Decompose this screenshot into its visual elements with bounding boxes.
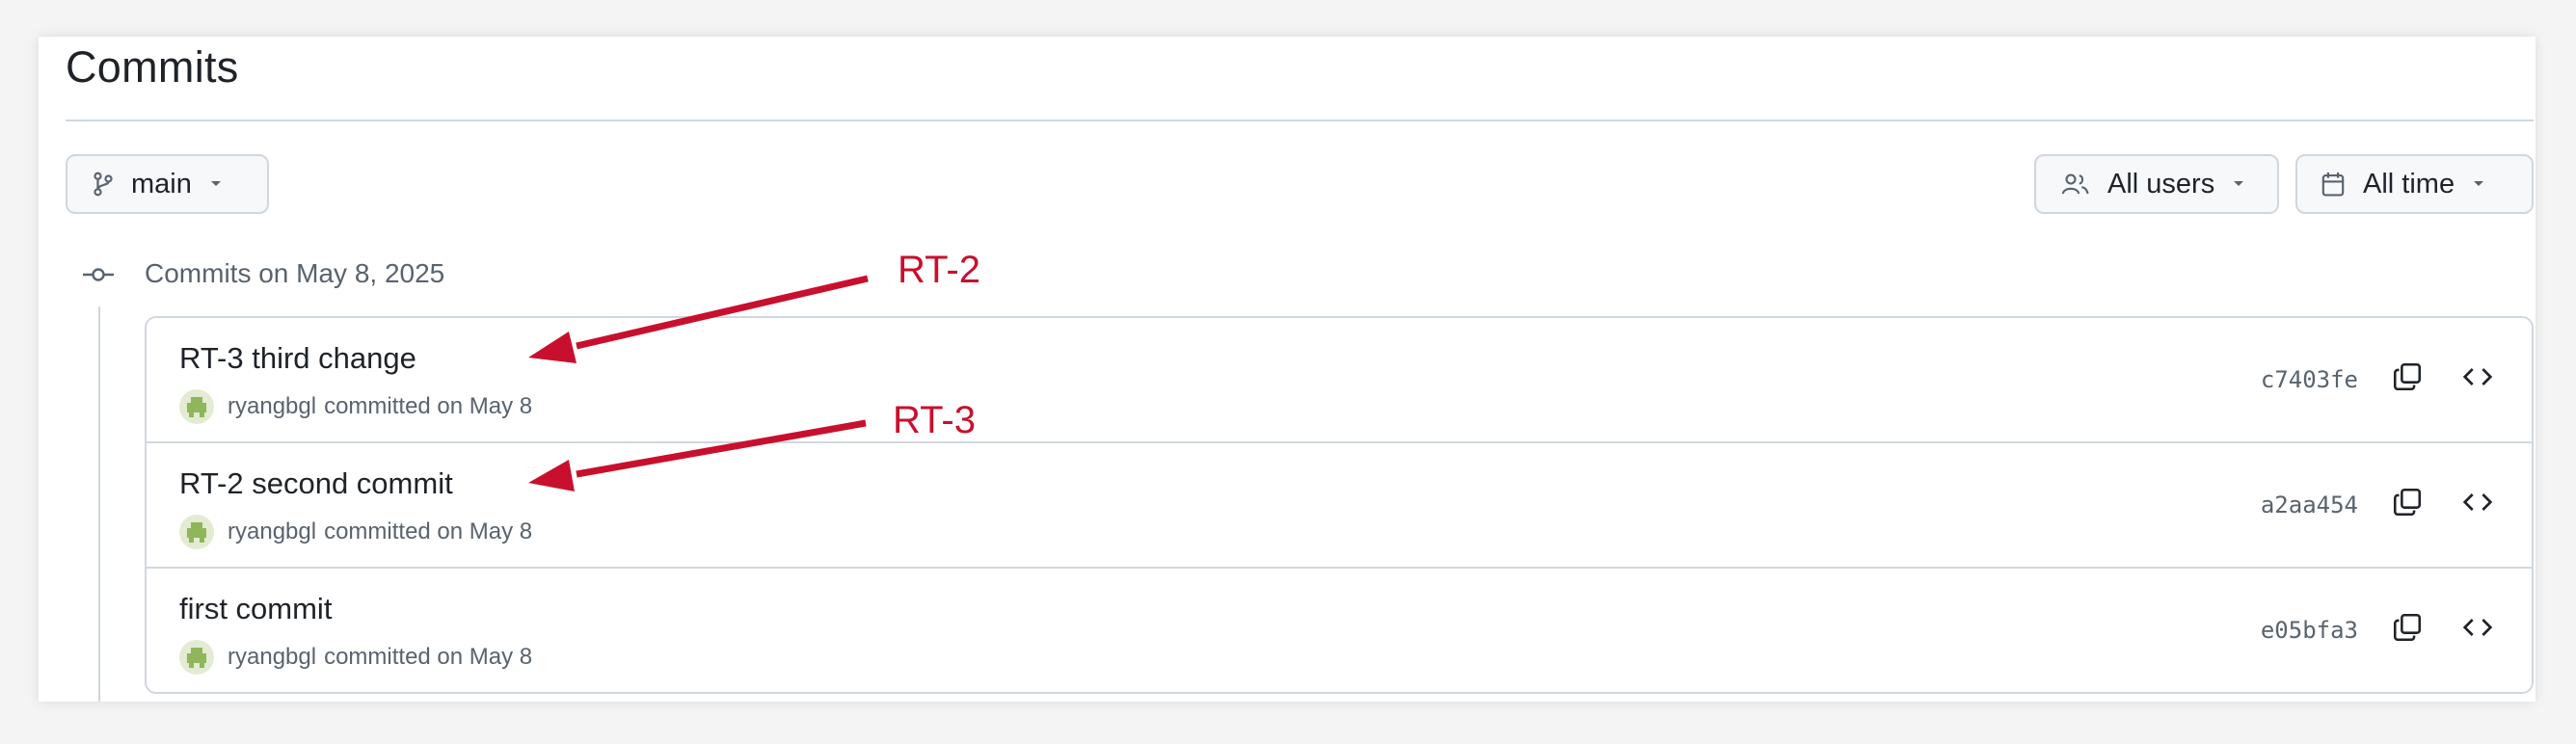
commit-author-link[interactable]: ryangbgl <box>228 518 316 545</box>
git-branch-icon <box>94 172 113 197</box>
commit-row: RT-2 second commit ryangbgl committed on… <box>147 443 2532 569</box>
avatar[interactable] <box>179 389 214 424</box>
browse-code-icon[interactable] <box>2462 614 2493 641</box>
commit-date-text: committed on May 8 <box>324 518 533 545</box>
users-filter-label: All users <box>2107 168 2215 199</box>
commit-title-link[interactable]: RT-2 second commit <box>179 466 453 501</box>
browse-code-icon[interactable] <box>2462 489 2493 516</box>
time-filter-button[interactable]: All time <box>2295 154 2534 214</box>
commit-meta: ryangbgl committed on May 8 <box>179 640 532 675</box>
annotation-label-rt2: RT-2 <box>898 249 980 291</box>
commit-meta: ryangbgl committed on May 8 <box>179 389 532 424</box>
browse-code-icon[interactable] <box>2462 363 2493 390</box>
people-icon <box>2061 173 2089 195</box>
commit-date-text: committed on May 8 <box>324 644 533 670</box>
avatar[interactable] <box>179 640 214 675</box>
commit-author-link[interactable]: ryangbgl <box>228 393 316 420</box>
commit-row: RT-3 third change ryangbgl committed on … <box>147 318 2532 443</box>
commit-date-text: committed on May 8 <box>324 393 533 419</box>
commit-group-heading: Commits on May 8, 2025 <box>145 258 445 288</box>
commit-meta: ryangbgl committed on May 8 <box>179 515 532 549</box>
title-divider <box>66 120 2534 121</box>
time-filter-label: All time <box>2363 168 2455 199</box>
commit-title-link[interactable]: RT-3 third change <box>179 341 416 376</box>
branch-name: main <box>131 168 192 199</box>
copy-icon[interactable] <box>2391 360 2424 393</box>
commit-sha-link[interactable]: a2aa454 <box>2261 492 2358 518</box>
copy-icon[interactable] <box>2391 611 2424 644</box>
commit-sha-link[interactable]: e05bfa3 <box>2261 617 2358 644</box>
git-commit-icon <box>83 268 114 281</box>
caret-down-icon <box>2472 179 2485 189</box>
users-filter-button[interactable]: All users <box>2034 154 2279 214</box>
avatar[interactable] <box>179 515 214 549</box>
commit-title-link[interactable]: first commit <box>179 592 332 626</box>
commit-row: first commit ryangbgl committed on May 8… <box>147 569 2532 692</box>
caret-down-icon <box>2232 179 2245 189</box>
commit-list: RT-3 third change ryangbgl committed on … <box>145 316 2534 694</box>
copy-icon[interactable] <box>2391 486 2424 518</box>
annotation-label-rt3: RT-3 <box>893 399 976 441</box>
page-title: Commits <box>66 42 239 92</box>
caret-down-icon <box>209 179 223 189</box>
calendar-icon <box>2321 172 2345 197</box>
commit-author-link[interactable]: ryangbgl <box>228 644 316 671</box>
branch-selector-button[interactable]: main <box>66 154 269 214</box>
timeline-line <box>98 306 100 702</box>
commit-sha-link[interactable]: c7403fe <box>2261 366 2358 393</box>
